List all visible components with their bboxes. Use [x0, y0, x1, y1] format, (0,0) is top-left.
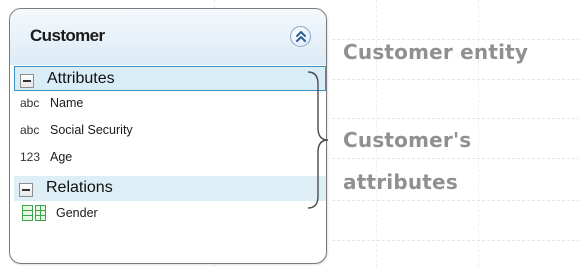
collapse-button[interactable] — [290, 26, 311, 47]
relation-table-icon — [22, 205, 46, 221]
guide-line — [332, 79, 579, 80]
relation-name: Gender — [56, 206, 98, 220]
guide-line — [332, 158, 579, 159]
attribute-item-social-security[interactable]: abc Social Security — [20, 120, 133, 140]
number-type-icon: 123 — [20, 150, 41, 164]
attributes-section-label: Attributes — [47, 70, 115, 87]
double-chevron-up-icon — [296, 31, 306, 42]
attributes-annotation-line2: attributes — [343, 170, 458, 194]
entity-title: Customer — [30, 26, 105, 45]
minus-box-icon[interactable] — [19, 183, 33, 197]
guide-line — [332, 118, 579, 119]
entity-annotation: Customer entity — [343, 40, 529, 64]
relations-section-header[interactable]: Relations — [14, 176, 326, 201]
curly-brace-icon — [307, 71, 329, 209]
attribute-name: Social Security — [50, 123, 133, 137]
guide-line — [332, 200, 579, 201]
relations-section-label: Relations — [46, 179, 113, 196]
text-type-icon: abc — [20, 123, 40, 137]
minus-box-icon[interactable] — [20, 74, 34, 88]
attribute-name: Age — [50, 150, 73, 164]
guide-line — [332, 240, 579, 241]
entity-header[interactable]: Customer — [10, 9, 326, 65]
attribute-item-name[interactable]: abc Name — [20, 93, 83, 113]
attributes-annotation-line1: Customer's — [343, 128, 472, 152]
attribute-name: Name — [50, 96, 84, 110]
attribute-item-age[interactable]: 123 Age — [20, 147, 72, 167]
attributes-section-header[interactable]: Attributes — [14, 66, 326, 91]
customer-entity-card[interactable]: Customer Attributes abc Name abc Social Se… — [9, 8, 327, 264]
text-type-icon: abc — [20, 96, 40, 110]
